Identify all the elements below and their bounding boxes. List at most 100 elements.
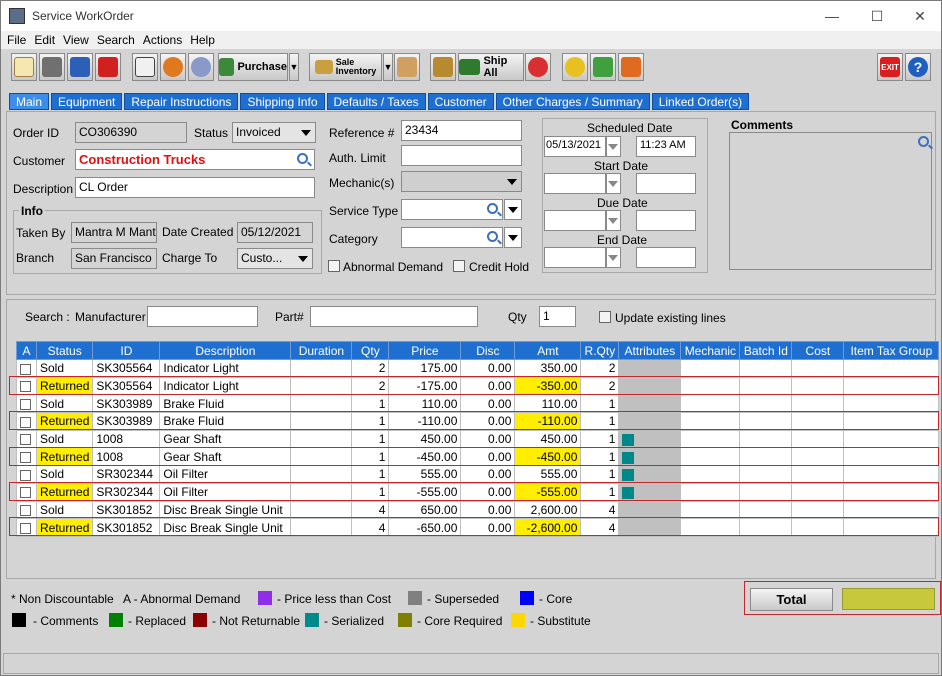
exit-button[interactable]: EXIT	[877, 53, 903, 81]
menu-view[interactable]: View	[63, 33, 89, 47]
tab-linked-orders[interactable]: Linked Order(s)	[651, 93, 750, 110]
mechanics-select[interactable]	[401, 171, 522, 192]
settings-button[interactable]	[188, 53, 214, 81]
table-row[interactable]: Sold SK305564 Indicator Light 2 175.00 0.00 35…	[16, 359, 940, 378]
table-row[interactable]: Sold SR302344 Oil Filter 1 555.00 0.00 555.00 1	[16, 465, 940, 484]
tab-main[interactable]: Main	[9, 93, 50, 110]
start-date-picker[interactable]	[606, 173, 621, 194]
charge-to-select[interactable]: Custo...	[237, 248, 313, 269]
print-button[interactable]	[39, 53, 65, 81]
service-button[interactable]	[562, 53, 588, 81]
abnormal-demand-checkbox[interactable]	[328, 260, 340, 272]
description-field[interactable]: CL Order	[75, 177, 315, 198]
end-date-picker[interactable]	[606, 247, 621, 268]
column-header-price[interactable]: Price	[388, 341, 462, 360]
column-header-cost[interactable]: Cost	[791, 341, 845, 360]
ship-all-button[interactable]: Ship All	[458, 53, 524, 81]
credit-hold-checkbox[interactable]	[453, 260, 465, 272]
service-type-search-icon[interactable]	[487, 203, 498, 214]
part-field[interactable]	[310, 306, 478, 327]
delete-button[interactable]	[95, 53, 121, 81]
scheduled-time-field[interactable]: 11:23 AM	[636, 136, 696, 157]
row-checkbox[interactable]	[20, 434, 31, 446]
purchase-dropdown[interactable]: ▼	[289, 53, 299, 81]
column-header-attributes[interactable]: Attributes	[618, 341, 682, 360]
row-price: 555.00	[388, 465, 462, 484]
menu-help[interactable]: Help	[190, 33, 215, 47]
table-row[interactable]: Sold SK303989 Brake Fluid 1 110.00 0.00 110.00…	[16, 394, 940, 414]
menu-search[interactable]: Search	[97, 33, 135, 47]
minimize-button[interactable]: —	[809, 1, 855, 31]
service-type-dropdown[interactable]	[504, 199, 522, 220]
customer-field[interactable]: Construction Trucks	[75, 149, 315, 170]
column-header-amt[interactable]: Amt	[514, 341, 582, 360]
tab-repair-instructions[interactable]: Repair Instructions	[124, 93, 239, 110]
table-row[interactable]: Sold 1008 Gear Shaft 1 450.00 0.00 450.00 1	[16, 429, 940, 449]
column-header-rqty[interactable]: R.Qty	[580, 341, 620, 360]
comments-field[interactable]	[729, 132, 932, 270]
column-header-qty[interactable]: Qty	[351, 341, 390, 360]
qty-field[interactable]: 1	[539, 306, 576, 327]
purchase-button[interactable]: Purchase	[218, 53, 288, 81]
tab-defaults-taxes[interactable]: Defaults / Taxes	[326, 93, 426, 110]
column-header-disc[interactable]: Disc	[460, 341, 516, 360]
scheduled-date-field[interactable]: 05/13/2021	[544, 136, 606, 157]
menu-file[interactable]: File	[7, 33, 26, 47]
manufacturer-field[interactable]	[147, 306, 258, 327]
due-time-field[interactable]	[636, 210, 696, 231]
column-header-status[interactable]: Status	[35, 341, 94, 360]
ship-button[interactable]	[430, 53, 456, 81]
category-search-icon[interactable]	[487, 231, 498, 242]
tab-customer[interactable]: Customer	[427, 93, 494, 110]
sale-inventory-dropdown[interactable]: ▼	[383, 53, 393, 81]
menu-edit[interactable]: Edit	[34, 33, 55, 47]
status-select[interactable]: Invoiced	[232, 122, 316, 143]
column-header-duration[interactable]: Duration	[290, 341, 353, 360]
due-date-picker[interactable]	[606, 210, 621, 231]
scheduled-date-picker[interactable]	[606, 136, 621, 157]
row-checkbox-cell[interactable]	[16, 394, 37, 414]
new-button[interactable]	[11, 53, 37, 81]
row-checkbox[interactable]	[20, 469, 31, 481]
end-date-field[interactable]	[544, 247, 606, 268]
help-button[interactable]: ?	[905, 53, 931, 81]
tab-other-charges-summary[interactable]: Other Charges / Summary	[495, 93, 650, 110]
end-time-field[interactable]	[636, 247, 696, 268]
refresh-button[interactable]	[160, 53, 186, 81]
sale-inventory-button[interactable]: Sale Inventory	[309, 53, 382, 81]
info-label: Info	[19, 204, 45, 218]
tab-equipment[interactable]: Equipment	[51, 93, 123, 110]
start-time-field[interactable]	[636, 173, 696, 194]
row-checkbox-cell[interactable]	[16, 465, 37, 484]
menu-actions[interactable]: Actions	[143, 33, 182, 47]
start-date-field[interactable]	[544, 173, 606, 194]
column-header-description[interactable]: Description	[159, 341, 292, 360]
edit-button[interactable]	[394, 53, 420, 81]
row-checkbox[interactable]	[20, 363, 31, 375]
column-header-id[interactable]: ID	[92, 341, 161, 360]
tools-button[interactable]	[618, 53, 644, 81]
comments-search-icon[interactable]	[918, 136, 929, 147]
auth-limit-field[interactable]	[401, 145, 522, 166]
maximize-button[interactable]: ☐	[854, 1, 900, 31]
due-date-field[interactable]	[544, 210, 606, 231]
notes-button[interactable]	[132, 53, 158, 81]
tab-shipping-info[interactable]: Shipping Info	[240, 93, 325, 110]
customer-search-icon[interactable]	[297, 153, 308, 164]
save-button[interactable]	[67, 53, 93, 81]
update-existing-lines-checkbox[interactable]	[599, 311, 611, 323]
close-button[interactable]: ✕	[897, 1, 942, 31]
apple-button[interactable]	[525, 53, 551, 81]
column-header-mechanic[interactable]: Mechanic	[680, 341, 741, 360]
column-header-item-tax-group[interactable]: Item Tax Group	[843, 341, 940, 360]
column-header-batch-id[interactable]: Batch Id	[739, 341, 793, 360]
row-checkbox[interactable]	[20, 505, 31, 517]
total-button[interactable]: Total	[750, 588, 833, 611]
reference-field[interactable]: 23434	[401, 120, 522, 141]
row-checkbox[interactable]	[20, 399, 31, 411]
add-mechanic-button[interactable]	[590, 53, 616, 81]
column-header-a[interactable]: A	[16, 341, 37, 360]
row-checkbox-cell[interactable]	[16, 359, 37, 378]
row-checkbox-cell[interactable]	[16, 429, 37, 449]
category-dropdown[interactable]	[504, 227, 522, 248]
